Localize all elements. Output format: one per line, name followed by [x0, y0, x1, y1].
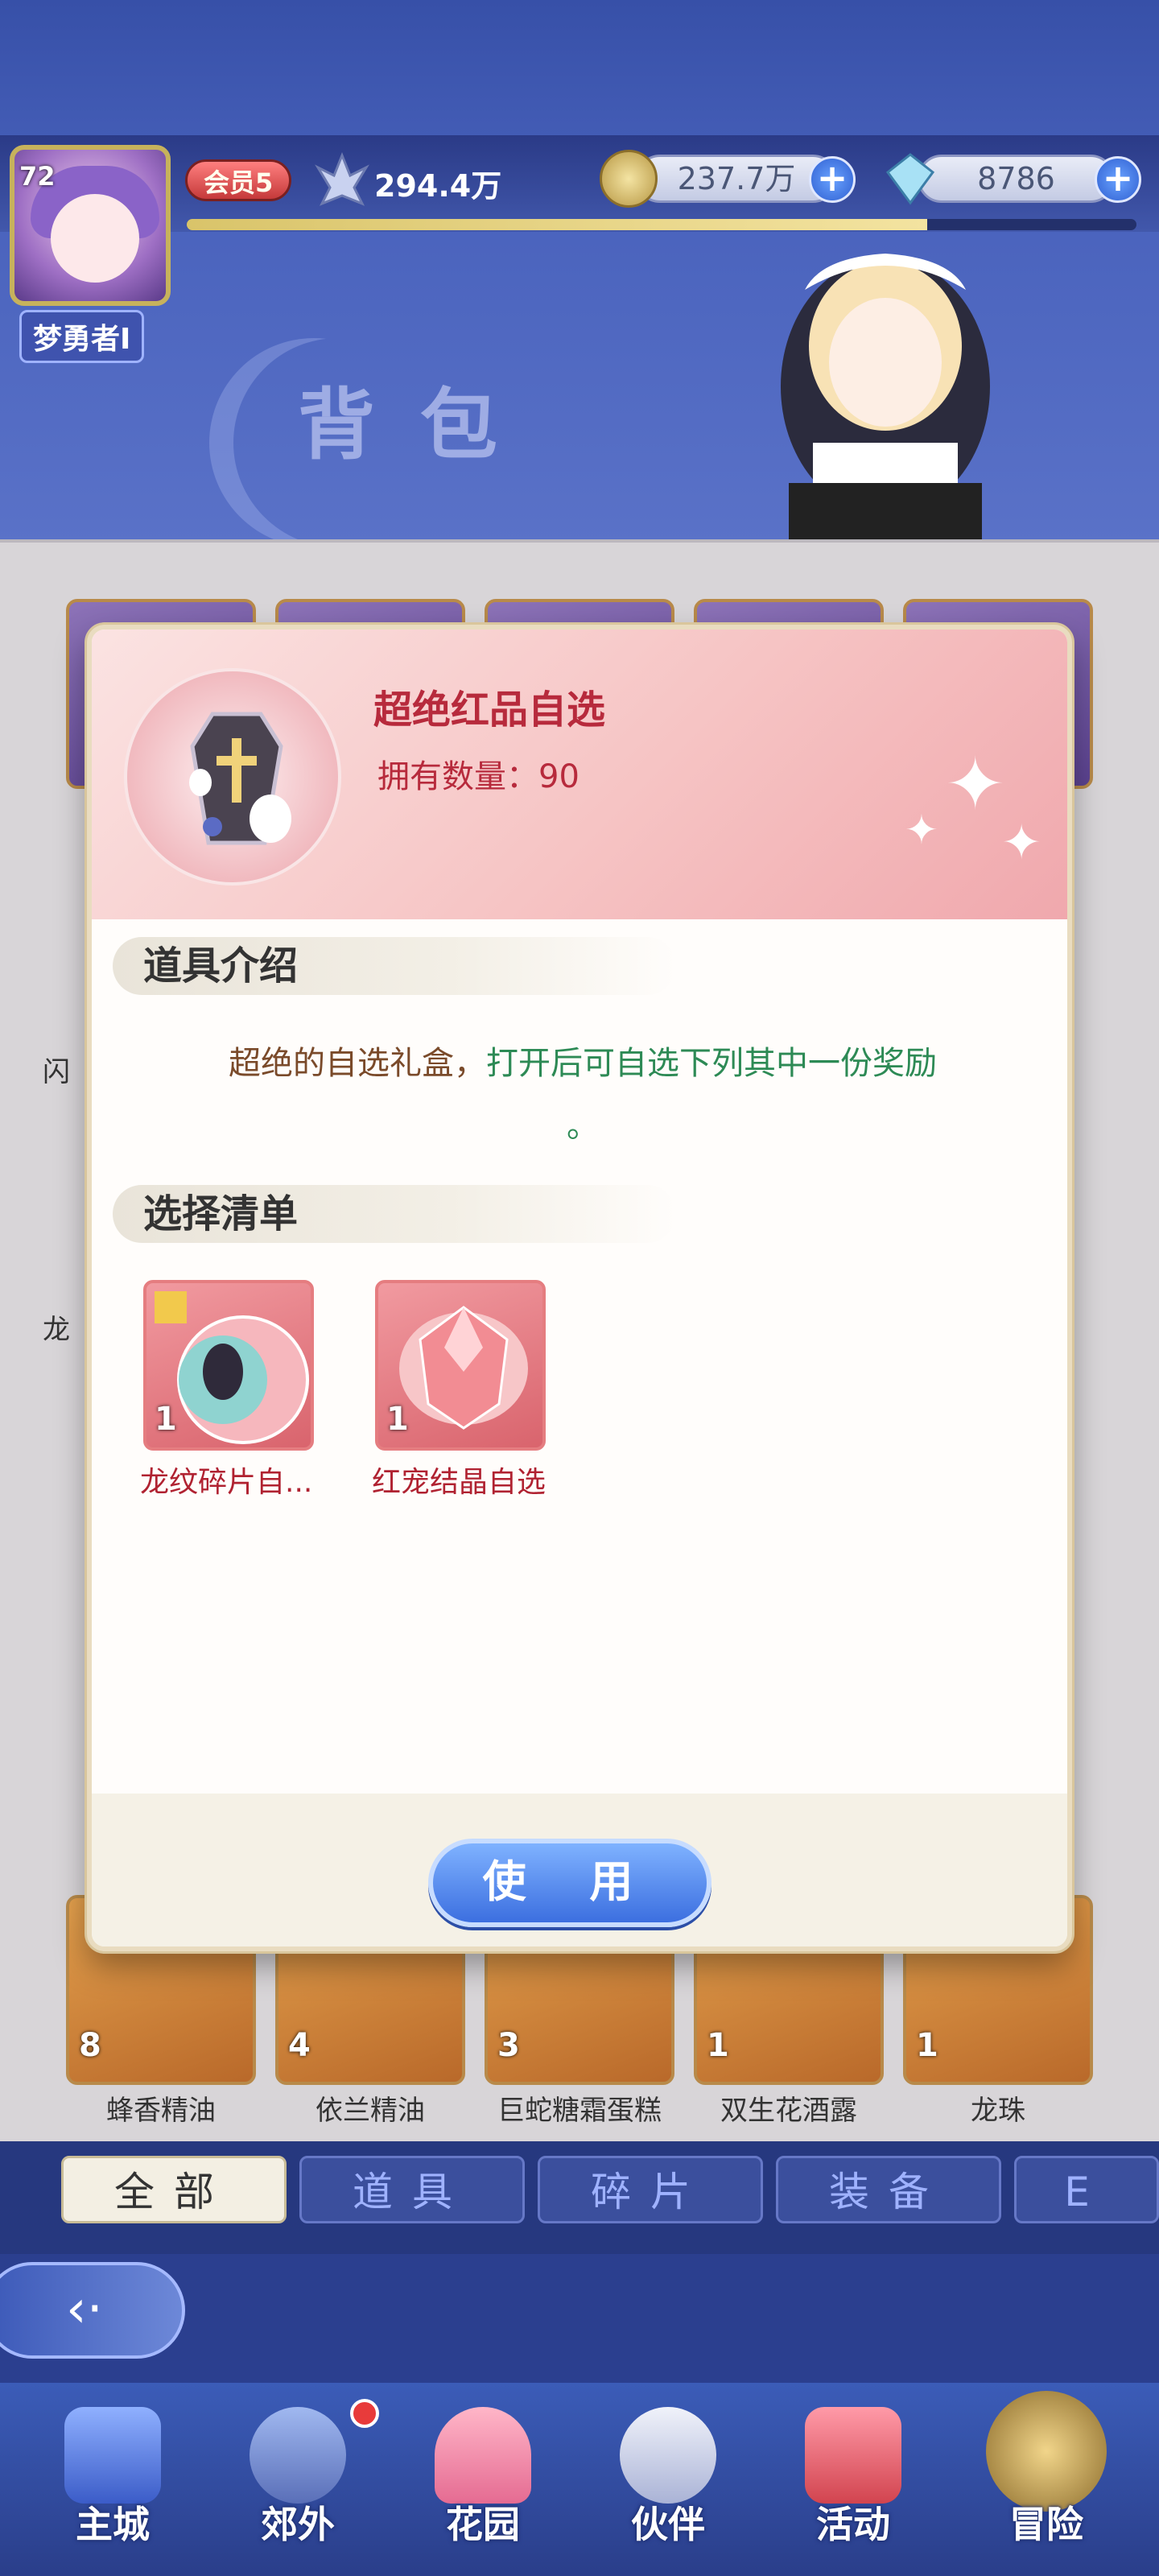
sparkle-icon: ✦	[1001, 815, 1042, 871]
modal-header: 超绝红品自选 拥有数量：90 ✦ ✦ ✦	[92, 630, 1067, 919]
reward-icon-box: 1	[375, 1280, 546, 1451]
use-button[interactable]: 使 用	[428, 1839, 711, 1927]
item-description: 超绝的自选礼盒，打开后可自选下列其中一份奖励 。	[156, 1032, 1009, 1158]
item-detail-modal: 超绝红品自选 拥有数量：90 ✦ ✦ ✦ 道具介绍 超绝的自选礼盒，打开后可自选…	[87, 625, 1072, 1951]
desc-part3: 。	[567, 1108, 599, 1145]
desc-part1: 超绝的自选礼盒，	[229, 1045, 486, 1082]
reward-name: 红宠结晶自选	[372, 1466, 547, 1499]
sparkle-icon: ✦	[905, 807, 938, 853]
desc-part2: 打开后可自选下列其中一份奖励	[486, 1045, 937, 1082]
reward-icon-box: 1	[143, 1280, 314, 1451]
section-title-list: 选择清单	[113, 1185, 676, 1243]
section-title-intro: 道具介绍	[113, 937, 676, 995]
reward-name: 龙纹碎片自...	[140, 1466, 313, 1499]
reward-count: 1	[155, 1401, 177, 1438]
coffin-gift-icon	[189, 712, 291, 845]
reward-count: 1	[386, 1401, 409, 1438]
sparkle-icon: ✦	[945, 742, 1006, 827]
item-count: 拥有数量：90	[377, 758, 580, 795]
item-name: 超绝红品自选	[373, 687, 606, 733]
